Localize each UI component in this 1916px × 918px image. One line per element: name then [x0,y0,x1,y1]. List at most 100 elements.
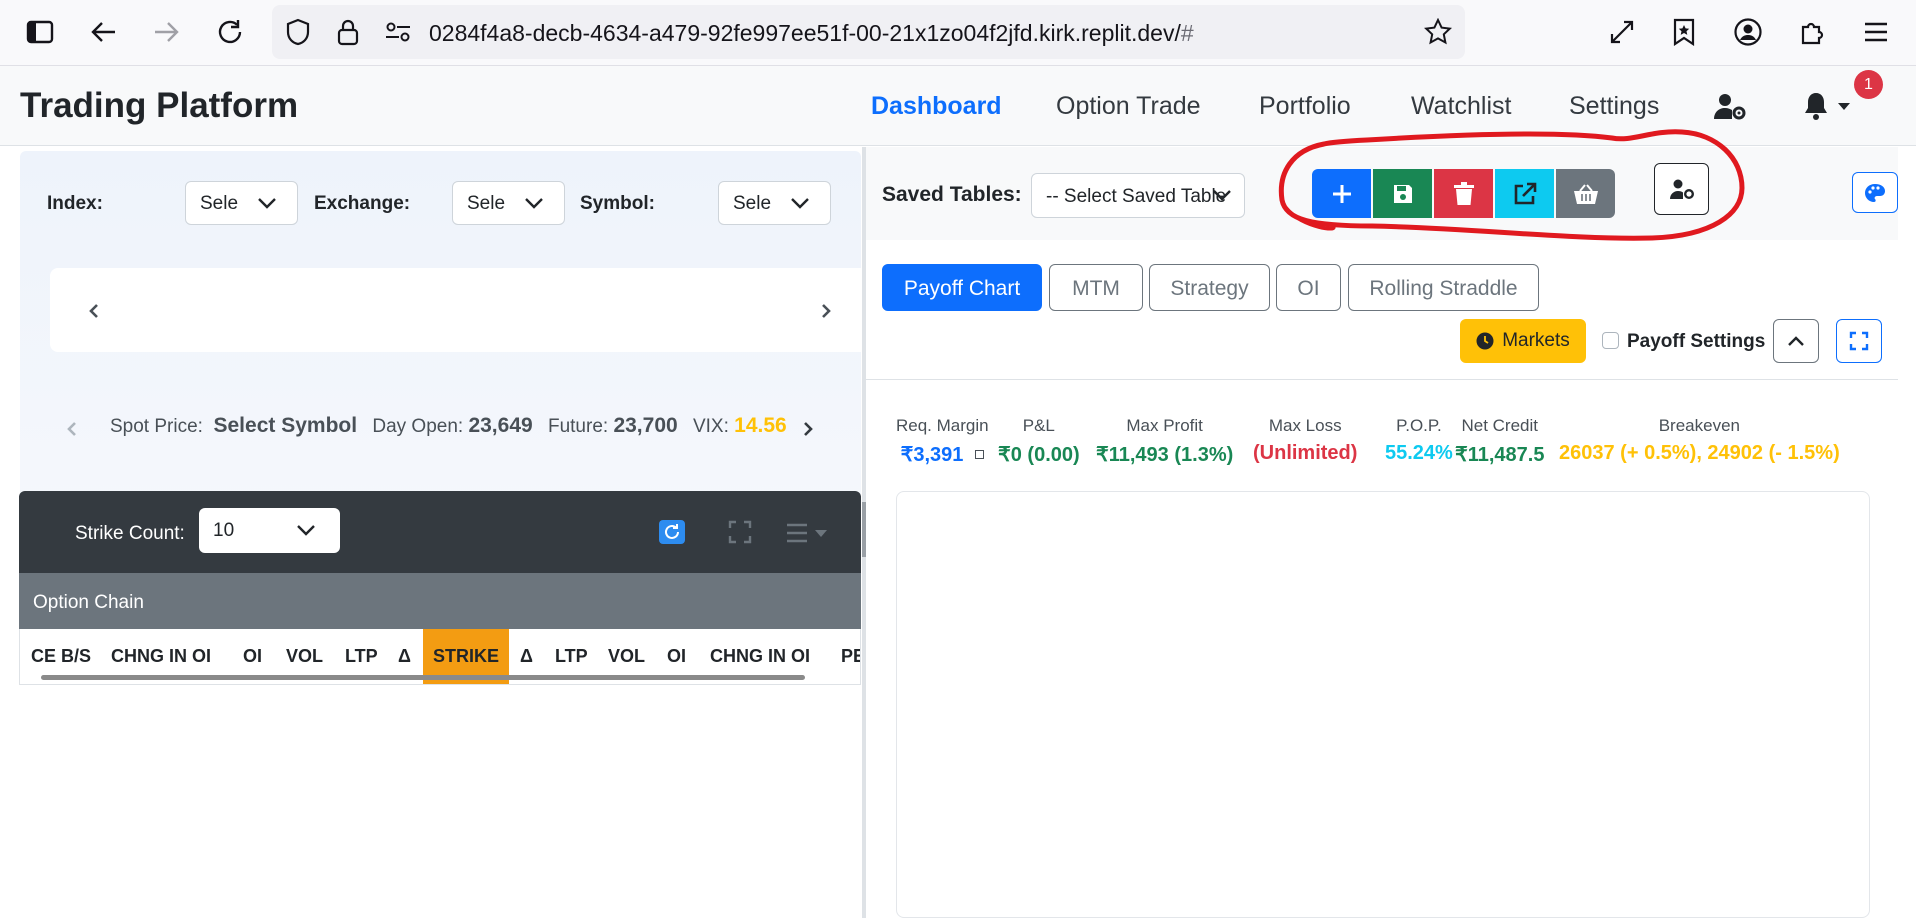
col-ce-bs[interactable]: CE B/S [31,646,91,667]
markets-label: Markets [1502,330,1570,351]
symbol-select-value: Sele [733,193,772,214]
nav-watchlist[interactable]: Watchlist [1411,92,1511,121]
user-settings-icon[interactable] [1710,86,1750,126]
tab-oi[interactable]: OI [1276,264,1341,311]
metric-value: (Unlimited) [1253,442,1358,464]
saved-table-select-value: -- Select Saved Table [1046,186,1227,207]
col-vol-pe[interactable]: VOL [608,646,645,667]
saved-table-select[interactable]: -- Select Saved Table [1031,173,1245,218]
clock-icon [1476,332,1494,350]
right-pane: Saved Tables: -- Select Saved Table Payo… [866,147,1916,918]
chevron-down-icon [791,198,809,209]
horizontal-scrollbar[interactable] [41,675,805,680]
info-square-icon[interactable] [974,450,984,459]
strike-count-label: Strike Count: [75,523,185,544]
col-ltp-pe[interactable]: LTP [555,646,588,667]
col-delta-ce[interactable]: Δ [398,646,411,667]
col-oi-pe[interactable]: OI [667,646,686,667]
tab-strategy[interactable]: Strategy [1149,264,1270,311]
metric-label: Max Loss [1268,416,1342,435]
reload-icon[interactable] [210,12,250,52]
col-chng-in-oi-pe[interactable]: CHNG IN OI [710,646,810,667]
metric-label: P&L [1022,416,1055,435]
index-select[interactable]: Sele [185,181,298,225]
forward-icon[interactable] [146,12,186,52]
payoff-settings-checkbox[interactable] [1602,332,1619,349]
strike-count-select[interactable]: 10 [199,508,340,553]
chevron-down-icon [1213,190,1231,201]
address-bar[interactable]: 0284f4a8-decb-4634-a479-92fe997ee51f-00-… [272,5,1465,59]
metric-label: Breakeven [1658,416,1740,435]
chevron-left-icon[interactable] [66,421,78,437]
col-pe[interactable]: PE [841,646,860,667]
tab-mtm[interactable]: MTM [1049,264,1143,311]
col-vol-ce[interactable]: VOL [286,646,323,667]
metric-value: ₹11,493 (1.3%) [1096,444,1234,466]
bookmark-star-icon[interactable] [1418,12,1458,52]
browser-toolbar: 0284f4a8-decb-4634-a479-92fe997ee51f-00-… [0,0,1916,66]
exchange-select[interactable]: Sele [452,181,565,225]
col-chng-in-oi-ce[interactable]: CHNG IN OI [111,646,211,667]
brand-title[interactable]: Trading Platform [20,86,298,126]
col-delta-pe[interactable]: Δ [520,646,533,667]
chevron-left-icon[interactable] [88,303,100,319]
account-icon[interactable] [1728,12,1768,52]
index-label: Index: [47,193,103,214]
req-margin-value: ₹3,391 [900,444,964,466]
metric-pnl: P&L ₹0 (0.00) [998,416,1080,467]
spot-info-row: Spot Price: Select Symbol Day Open: 23,6… [110,414,787,438]
metric-label: Max Profit [1126,416,1203,435]
permissions-icon[interactable] [378,12,418,52]
metric-breakeven: Breakeven 26037 (+ 0.5%), 24902 (- 1.5%) [1559,416,1840,465]
nav-option-trade[interactable]: Option Trade [1056,92,1201,121]
chain-toolbar: Strike Count: 10 [19,491,861,573]
extensions-icon[interactable] [1792,12,1832,52]
url-hash: # [1180,20,1194,46]
theme-button[interactable] [1852,172,1898,213]
metric-value: ₹3,391 [896,442,989,467]
tab-rolling-straddle[interactable]: Rolling Straddle [1348,264,1539,311]
lock-icon[interactable] [328,12,368,52]
tab-payoff-chart[interactable]: Payoff Chart [882,264,1042,311]
menu-icon[interactable] [1856,12,1896,52]
chevron-right-icon[interactable] [820,303,832,319]
nav-portfolio[interactable]: Portfolio [1259,92,1351,121]
fullscreen-button[interactable] [1836,319,1882,363]
collapse-button[interactable] [1773,319,1819,363]
symbol-select[interactable]: Sele [718,181,831,225]
spot-price-value: Select Symbol [213,414,358,437]
markets-button[interactable]: Markets [1460,319,1586,363]
chevron-right-icon[interactable] [802,421,814,437]
vix-value: 14.56 [734,414,787,437]
index-select-value: Sele [200,193,239,214]
nav-dashboard[interactable]: Dashboard [871,92,1002,121]
col-strike[interactable]: STRIKE [433,646,499,667]
future-label: Future: [547,416,609,437]
refresh-icon[interactable] [659,520,685,544]
metric-label: Net Credit [1461,416,1538,435]
expand-icon[interactable] [1602,12,1642,52]
chevron-down-icon [258,198,276,209]
metric-value: 26037 (+ 0.5%), 24902 (- 1.5%) [1559,442,1840,464]
metric-label: Req. Margin [896,416,989,435]
payoff-settings-toggle[interactable]: Payoff Settings [1602,331,1765,353]
metric-net-credit: Net Credit ₹11,487.5 [1455,416,1544,467]
url-text: 0284f4a8-decb-4634-a479-92fe997ee51f-00-… [429,20,1194,47]
section-divider [866,379,1898,380]
left-pane: Index: Sele Exchange: Sele Symbol: Sele … [0,147,870,918]
list-menu-icon[interactable] [785,522,831,544]
fullscreen-icon[interactable] [728,520,752,544]
saved-pages-icon[interactable] [1664,12,1704,52]
day-open-value: 23,649 [468,414,533,437]
annotation-highlight [1278,129,1745,241]
metric-req-margin: Req. Margin ₹3,391 [896,416,989,467]
option-chain-columns: CE B/S CHNG IN OI OI VOL LTP Δ STRIKE Δ … [19,629,861,685]
back-icon[interactable] [84,12,124,52]
col-oi-ce[interactable]: OI [243,646,262,667]
nav-settings[interactable]: Settings [1569,92,1659,121]
symbol-label: Symbol: [580,193,655,214]
shield-icon[interactable] [278,12,318,52]
payoff-chart-area[interactable] [896,491,1870,918]
col-ltp-ce[interactable]: LTP [345,646,378,667]
sidebar-toggle-icon[interactable] [20,12,60,52]
